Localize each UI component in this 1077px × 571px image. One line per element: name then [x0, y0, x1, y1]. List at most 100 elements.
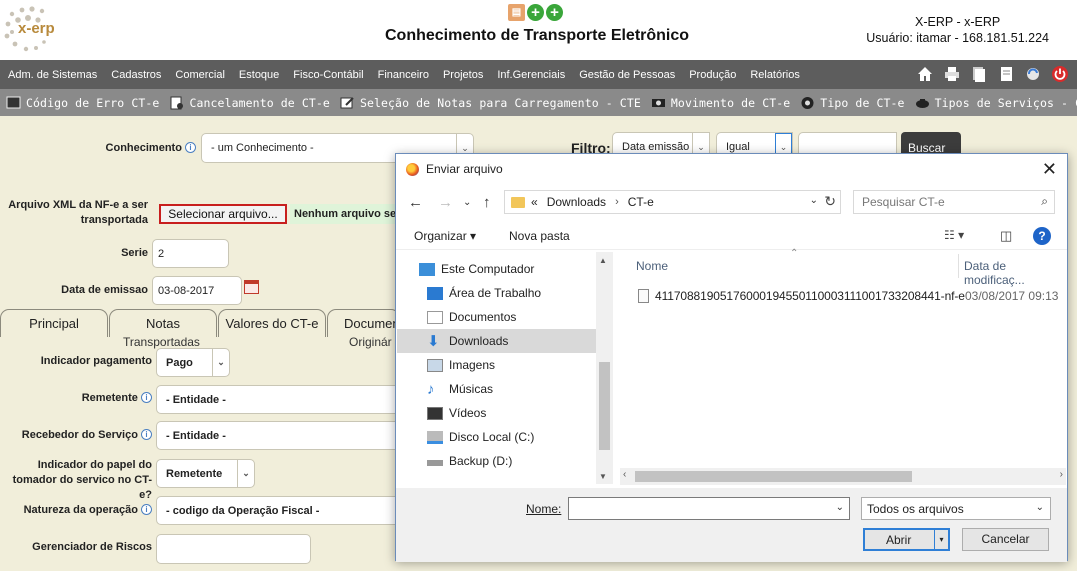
toolbar-tipo-cte[interactable]: Tipo de CT-e: [800, 96, 904, 110]
calendar-icon[interactable]: [244, 280, 259, 294]
address-bar[interactable]: « Downloads › CT-e ⌄ ↻: [504, 190, 841, 214]
chevron-down-icon[interactable]: ⌄: [836, 502, 844, 513]
form-tabs: Principal Notas Valores do CT-e Documen: [0, 309, 400, 337]
scroll-right-icon[interactable]: ›: [1060, 469, 1063, 480]
recent-dropdown-icon[interactable]: ⌄: [463, 197, 471, 208]
nav-item-disco-local[interactable]: Disco Local (C:): [397, 425, 597, 449]
search-input[interactable]: Pesquisar CT-e ⌕: [853, 190, 1055, 214]
recebedor-select[interactable]: - Entidade -: [156, 421, 400, 450]
menu-gestao-pessoas[interactable]: Gestão de Pessoas: [579, 69, 675, 81]
nav-item-este-computador[interactable]: Este Computador: [397, 257, 597, 281]
info-icon[interactable]: i: [141, 392, 152, 403]
file-type-value: Todos os arquivos: [867, 502, 964, 516]
cte-toolbar: Código de Erro CT-e Cancelamento de CT-e…: [0, 89, 1077, 116]
toolbar-codigo-erro-label: Código de Erro CT-e: [26, 95, 160, 110]
menu-adm-sistemas[interactable]: Adm. de Sistemas: [8, 69, 97, 81]
printer-icon[interactable]: [943, 65, 961, 83]
cancel-button[interactable]: Cancelar: [962, 528, 1049, 551]
documents-icon[interactable]: [970, 65, 988, 83]
menu-financeiro[interactable]: Financeiro: [378, 69, 429, 81]
nav-item-musicas[interactable]: ♪ Músicas: [397, 377, 597, 401]
nav-item-backup[interactable]: Backup (D:): [397, 449, 597, 473]
indicador-pagamento-select[interactable]: Pago ⌄: [156, 348, 230, 377]
view-options-icon[interactable]: ☷ ▾: [944, 228, 964, 242]
column-header-date[interactable]: Data de modificaç...: [964, 259, 1066, 287]
toolbar-selecao-notas[interactable]: Seleção de Notas para Carregamento - CTE: [340, 96, 641, 110]
nav-item-documentos[interactable]: Documentos: [397, 305, 597, 329]
nav-item-imagens[interactable]: Imagens: [397, 353, 597, 377]
caret-down-icon[interactable]: ▾: [934, 530, 948, 549]
toolbar-movimento[interactable]: Movimento de CT-e: [651, 96, 790, 110]
close-icon[interactable]: ✕: [1042, 159, 1057, 180]
file-type-select[interactable]: Todos os arquivos ⌄: [861, 497, 1051, 520]
nav-item-downloads[interactable]: ⬇ Downloads: [397, 329, 597, 353]
document-icon[interactable]: ▤: [508, 4, 525, 21]
preview-pane-icon[interactable]: ◫: [1000, 228, 1012, 244]
toolbar-cancelamento[interactable]: Cancelamento de CT-e: [169, 96, 330, 110]
menu-estoque[interactable]: Estoque: [239, 69, 279, 81]
info-icon[interactable]: i: [141, 429, 152, 440]
scrollbar-thumb[interactable]: [635, 471, 912, 482]
data-emissao-input[interactable]: 03-08-2017: [152, 276, 242, 305]
home-icon[interactable]: [916, 65, 934, 83]
toolbar-tipos-servicos[interactable]: Tipos de Serviços - CTE: [915, 96, 1077, 110]
up-arrow-icon[interactable]: ↑: [483, 194, 491, 211]
tab-valores-cte[interactable]: Valores do CT-e: [218, 309, 326, 337]
menu-producao[interactable]: Produção: [689, 69, 736, 81]
menu-relatorios[interactable]: Relatórios: [750, 69, 800, 81]
menu-projetos[interactable]: Projetos: [443, 69, 483, 81]
column-header-name[interactable]: Nome: [636, 259, 668, 273]
column-divider[interactable]: [958, 254, 959, 278]
breadcrumb-downloads[interactable]: Downloads: [547, 195, 606, 209]
chevron-down-icon[interactable]: ⌄: [810, 195, 818, 206]
menu-fisco-contabil[interactable]: Fisco-Contábil: [293, 69, 363, 81]
tab-notas[interactable]: Notas: [109, 309, 217, 337]
navigation-scrollbar[interactable]: ▲ ▼: [596, 252, 613, 484]
back-arrow-icon[interactable]: ←: [408, 194, 423, 211]
power-icon[interactable]: [1051, 65, 1069, 83]
error-code-icon: [6, 96, 21, 108]
header-action-icons: ▤ + +: [508, 4, 563, 21]
gerenciador-input[interactable]: [156, 534, 311, 564]
select-file-button[interactable]: Selecionar arquivo...: [159, 204, 287, 224]
indicador-pagamento-value: Pago: [166, 356, 193, 369]
tab-principal[interactable]: Principal: [0, 309, 108, 337]
menu-inf-gerenciais[interactable]: Inf.Gerenciais: [497, 69, 565, 81]
help-icon[interactable]: ?: [1033, 227, 1051, 245]
new-folder-button[interactable]: Nova pasta: [509, 229, 570, 243]
papel-tomador-select[interactable]: Remetente ⌄: [156, 459, 255, 488]
menu-cadastros[interactable]: Cadastros: [111, 69, 161, 81]
scroll-left-icon[interactable]: ‹: [623, 469, 626, 480]
data-emissao-label: Data de emissao: [61, 284, 148, 296]
filtro-operator-value: Igual: [726, 141, 750, 153]
chevron-down-icon: ⌄: [1035, 502, 1044, 513]
toolbar-codigo-erro[interactable]: Código de Erro CT-e: [6, 96, 159, 110]
tab-documentos[interactable]: Documen: [327, 309, 400, 337]
scroll-up-icon[interactable]: ▲: [599, 256, 607, 265]
info-icon[interactable]: i: [141, 504, 152, 515]
menu-comercial[interactable]: Comercial: [175, 69, 225, 81]
sort-chevron-icon: ⌃: [790, 248, 799, 259]
add-icon[interactable]: +: [527, 4, 544, 21]
nav-label: Documentos: [449, 310, 517, 324]
scrollbar-thumb[interactable]: [599, 362, 610, 450]
forward-arrow-icon[interactable]: →: [438, 194, 453, 211]
filename-input[interactable]: ⌄: [568, 497, 850, 520]
nav-item-area-trabalho[interactable]: Área de Trabalho: [397, 281, 597, 305]
nav-item-videos[interactable]: Vídeos: [397, 401, 597, 425]
file-list-hscrollbar[interactable]: ‹ ›: [620, 468, 1066, 485]
remetente-select[interactable]: - Entidade -: [156, 385, 400, 414]
refresh-icon[interactable]: [1024, 65, 1042, 83]
refresh-icon[interactable]: ↻: [824, 193, 836, 210]
scroll-down-icon[interactable]: ▼: [599, 472, 607, 481]
open-button[interactable]: Abrir ▾: [863, 528, 950, 551]
nav-label: Imagens: [449, 358, 496, 372]
serie-input[interactable]: 2: [152, 239, 229, 268]
organize-button[interactable]: Organizar ▾: [414, 229, 476, 243]
file-list-item[interactable]: 4117088190517600019455011000311100173320…: [638, 286, 1068, 306]
page-icon[interactable]: [997, 65, 1015, 83]
add-new-icon[interactable]: +: [546, 4, 563, 21]
breadcrumb-cte[interactable]: CT-e: [628, 195, 654, 209]
natureza-select[interactable]: - codigo da Operação Fiscal -: [156, 496, 400, 525]
info-icon[interactable]: i: [185, 142, 196, 153]
